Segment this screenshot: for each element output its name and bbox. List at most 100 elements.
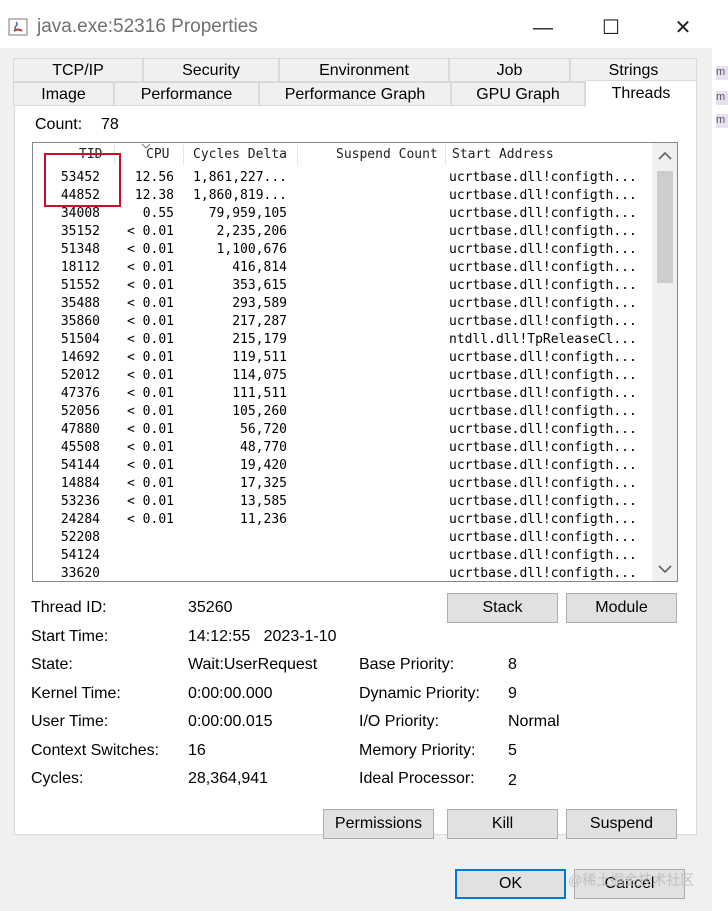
cycles-delta-cell: 293,589 <box>232 296 287 311</box>
tab-job[interactable]: Job <box>449 58 570 82</box>
ideal-processor-value: 2 <box>508 772 517 789</box>
table-row[interactable]: 44852 12.38 1,860,819... ucrtbase.dll!confi… <box>33 188 653 206</box>
start-address-cell: ucrtbase.dll!configth... <box>449 458 637 473</box>
table-row[interactable]: 52208 ucrtbase.dll!configth... <box>33 530 653 548</box>
context-switches-label: Context Switches: <box>31 742 160 759</box>
table-row[interactable]: 54144 < 0.01 19,420 ucrtbase.dll!configth..… <box>33 458 653 476</box>
table-row[interactable]: 53236 < 0.01 13,585 ucrtbase.dll!configth..… <box>33 494 653 512</box>
start-address-cell: ucrtbase.dll!configth... <box>449 350 637 365</box>
kernel-time-value: 0:00:00.000 <box>188 685 273 702</box>
user-time-value: 0:00:00.015 <box>188 713 273 730</box>
highlight-box <box>44 153 121 207</box>
table-row[interactable]: 51504 < 0.01 215,179 ntdll.dll!TpReleaseCl.… <box>33 332 653 350</box>
start-address-cell: ucrtbase.dll!configth... <box>449 548 637 563</box>
cycles-delta-cell: 119,511 <box>232 350 287 365</box>
ok-button[interactable]: OK <box>455 869 566 899</box>
cpu-cell: < 0.01 <box>127 458 174 473</box>
tab-performance[interactable]: Performance <box>114 82 259 106</box>
tab-strings[interactable]: Strings <box>570 58 697 82</box>
cycles-delta-cell: 111,511 <box>232 386 287 401</box>
table-row[interactable]: 18112 < 0.01 416,814 ucrtbase.dll!configth.… <box>33 260 653 278</box>
start-address-cell: ucrtbase.dll!configth... <box>449 260 637 275</box>
tid-cell: 14692 <box>60 350 100 365</box>
table-row[interactable]: 51348 < 0.01 1,100,676 ucrtbase.dll!configt… <box>33 242 653 260</box>
table-row[interactable]: 45508 < 0.01 48,770 ucrtbase.dll!configth..… <box>33 440 653 458</box>
table-row[interactable]: 52056 < 0.01 105,260 ucrtbase.dll!configth.… <box>33 404 653 422</box>
minimize-button[interactable]: — <box>520 8 566 48</box>
thread-list[interactable]: TID CPU Cycles Delta Suspend Count Start… <box>32 142 678 582</box>
table-row[interactable]: 14884 < 0.01 17,325 ucrtbase.dll!configth..… <box>33 476 653 494</box>
table-row[interactable]: 34008 0.55 79,959,105 ucrtbase.dll!configth… <box>33 206 653 224</box>
column-header-cycles-delta[interactable]: Cycles Delta <box>193 147 287 162</box>
kernel-time-label: Kernel Time: <box>31 685 121 702</box>
tab-environment[interactable]: Environment <box>279 58 449 82</box>
table-row[interactable]: 47376 < 0.01 111,511 ucrtbase.dll!configth.… <box>33 386 653 404</box>
cycles-delta-cell: 13,585 <box>240 494 287 509</box>
table-row[interactable]: 24284 < 0.01 11,236 ucrtbase.dll!configth..… <box>33 512 653 530</box>
cycles-value: 28,364,941 <box>188 770 269 787</box>
tab-tcpip[interactable]: TCP/IP <box>13 58 143 82</box>
user-time-label: User Time: <box>31 713 109 730</box>
table-row[interactable]: 54124 ucrtbase.dll!configth... <box>33 548 653 566</box>
table-row[interactable]: 51552 < 0.01 353,615 ucrtbase.dll!configth.… <box>33 278 653 296</box>
table-row[interactable]: 33620 ucrtbase.dll!configth... <box>33 566 653 581</box>
table-row[interactable]: 35860 < 0.01 217,287 ucrtbase.dll!configth.… <box>33 314 653 332</box>
column-divider <box>445 145 446 165</box>
table-row[interactable]: 35152 < 0.01 2,235,206 ucrtbase.dll!configt… <box>33 224 653 242</box>
tab-performance-graph[interactable]: Performance Graph <box>259 82 451 106</box>
scroll-down-icon[interactable] <box>658 564 672 574</box>
tid-cell: 53236 <box>60 494 100 509</box>
kill-button[interactable]: Kill <box>447 809 558 839</box>
tab-security[interactable]: Security <box>143 58 279 82</box>
start-address-cell: ucrtbase.dll!configth... <box>449 224 637 239</box>
background-text: m <box>716 66 728 80</box>
dynamic-priority-label: Dynamic Priority: <box>359 685 480 702</box>
tid-cell: 33620 <box>60 566 100 581</box>
tab-threads[interactable]: Threads <box>585 80 697 108</box>
tid-cell: 47880 <box>60 422 100 437</box>
table-row[interactable]: 53452 12.56 1,861,227... ucrtbase.dll!confi… <box>33 170 653 188</box>
table-row[interactable]: 35488 < 0.01 293,589 ucrtbase.dll!configth.… <box>33 296 653 314</box>
start-address-cell: ucrtbase.dll!configth... <box>449 476 637 491</box>
table-row[interactable]: 52012 < 0.01 114,075 ucrtbase.dll!configth.… <box>33 368 653 386</box>
start-address-cell: ntdll.dll!TpReleaseCl... <box>449 332 637 347</box>
watermark: @稀土掘金技术社区 <box>568 872 695 888</box>
start-address-cell: ucrtbase.dll!configth... <box>449 422 637 437</box>
suspend-button[interactable]: Suspend <box>566 809 677 839</box>
scroll-up-icon[interactable] <box>658 151 672 161</box>
module-button[interactable]: Module <box>566 593 677 623</box>
cpu-cell: < 0.01 <box>127 440 174 455</box>
vertical-scrollbar[interactable] <box>652 143 677 581</box>
start-address-cell: ucrtbase.dll!configth... <box>449 530 637 545</box>
start-address-cell: ucrtbase.dll!configth... <box>449 314 637 329</box>
cpu-cell: < 0.01 <box>127 386 174 401</box>
tid-cell: 54124 <box>60 548 100 563</box>
column-header-suspend-count[interactable]: Suspend Count <box>336 147 438 162</box>
stack-button[interactable]: Stack <box>447 593 558 623</box>
cpu-cell: < 0.01 <box>127 224 174 239</box>
cpu-cell: < 0.01 <box>127 314 174 329</box>
permissions-button[interactable]: Permissions <box>323 809 434 839</box>
tid-cell: 52012 <box>60 368 100 383</box>
column-header-cpu[interactable]: CPU <box>146 147 169 162</box>
cpu-cell: < 0.01 <box>127 368 174 383</box>
table-row[interactable]: 14692 < 0.01 119,511 ucrtbase.dll!configth.… <box>33 350 653 368</box>
cpu-cell: < 0.01 <box>127 404 174 419</box>
java-app-icon <box>8 18 28 36</box>
tid-cell: 35488 <box>60 296 100 311</box>
cpu-cell: 12.38 <box>134 188 174 203</box>
close-button[interactable]: ✕ <box>660 8 706 48</box>
tab-image[interactable]: Image <box>13 82 114 106</box>
start-address-cell: ucrtbase.dll!configth... <box>449 170 637 185</box>
start-address-cell: ucrtbase.dll!configth... <box>449 404 637 419</box>
start-address-cell: ucrtbase.dll!configth... <box>449 242 637 257</box>
maximize-button[interactable]: ☐ <box>588 8 634 48</box>
cpu-cell: < 0.01 <box>127 512 174 527</box>
start-address-cell: ucrtbase.dll!configth... <box>449 188 637 203</box>
column-header-start-address[interactable]: Start Address <box>452 147 554 162</box>
tab-gpu-graph[interactable]: GPU Graph <box>451 82 585 106</box>
scrollbar-thumb[interactable] <box>657 171 673 283</box>
cycles-delta-cell: 1,861,227... <box>193 170 287 185</box>
table-row[interactable]: 47880 < 0.01 56,720 ucrtbase.dll!configth..… <box>33 422 653 440</box>
tid-cell: 54144 <box>60 458 100 473</box>
